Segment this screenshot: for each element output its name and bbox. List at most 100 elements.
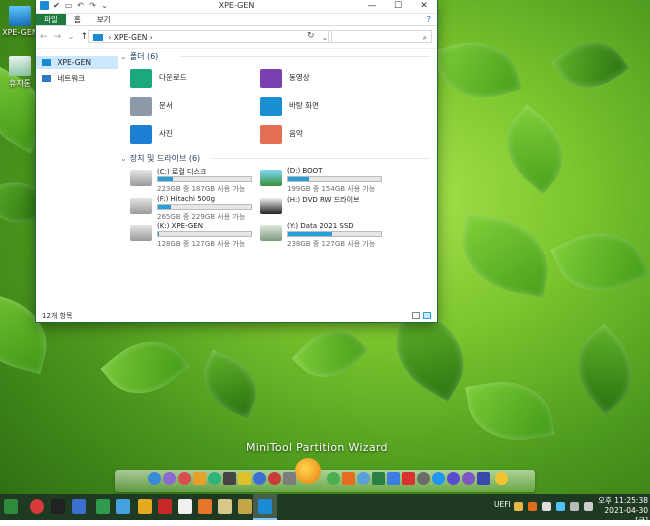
- documents-folder-icon: [130, 97, 152, 116]
- address-field[interactable]: › XPE-GEN › ⌄: [88, 30, 332, 43]
- taskbar-app-icon[interactable]: [238, 499, 252, 514]
- dock-app-icon[interactable]: [402, 472, 415, 485]
- network-icon[interactable]: [556, 502, 565, 511]
- dock-app-icon[interactable]: [208, 472, 221, 485]
- drives-group-label: 장치 및 드라이브 (6): [129, 154, 201, 163]
- dock-app-icon[interactable]: [447, 472, 460, 485]
- taskbar-app-icon[interactable]: [96, 499, 110, 514]
- minitool-partition-wizard-icon[interactable]: [295, 458, 321, 484]
- drive-usage-bar: [287, 231, 382, 237]
- file-explorer-icon[interactable]: [258, 499, 272, 514]
- address-path[interactable]: XPE-GEN: [114, 33, 148, 42]
- folder-music[interactable]: 음악: [260, 125, 380, 149]
- drive-d[interactable]: (D:) BOOT 199GB 중 154GB 사용 가능: [260, 167, 388, 195]
- keyboard-icon[interactable]: [584, 502, 593, 511]
- dock-app-icon[interactable]: [193, 472, 206, 485]
- dock-app-icon[interactable]: [238, 472, 251, 485]
- folder-documents[interactable]: 문서: [130, 97, 250, 121]
- help-icon[interactable]: ?: [421, 14, 437, 25]
- tray-app-icon[interactable]: [528, 502, 537, 511]
- search-input[interactable]: ⌕: [328, 30, 432, 43]
- maximize-button[interactable]: ☐: [385, 0, 411, 13]
- search-icon[interactable]: [198, 499, 212, 514]
- dock-app-icon[interactable]: [357, 472, 370, 485]
- recent-locations-icon[interactable]: ⌄: [67, 32, 75, 42]
- folder-label: 바탕 화면: [289, 101, 319, 110]
- drive-usage-bar: [157, 176, 252, 182]
- leaf-decoration: [560, 323, 650, 415]
- dock-app-icon[interactable]: [327, 472, 340, 485]
- tray-app-icon[interactable]: [542, 502, 551, 511]
- close-button[interactable]: ✕: [411, 0, 437, 13]
- music-folder-icon: [260, 125, 282, 144]
- divider: [212, 158, 430, 159]
- drive-free-space: 265GB 중 229GB 사용 가능: [157, 213, 246, 221]
- details-view-icon[interactable]: [412, 312, 420, 319]
- taskbar-app-icon[interactable]: [116, 499, 130, 514]
- large-icons-view-icon[interactable]: [423, 312, 431, 319]
- title-bar[interactable]: ✔ ▭ ↶ ↷ ⌄ XPE-GEN — ☐ ✕: [36, 0, 437, 14]
- folder-videos[interactable]: 동영상: [260, 69, 380, 93]
- dock-app-icon[interactable]: [342, 472, 355, 485]
- nav-item-network[interactable]: 네트워크: [36, 72, 118, 85]
- drive-name: (H:) DVD RW 드라이브: [287, 196, 360, 204]
- folder-pictures[interactable]: 사진: [130, 125, 250, 149]
- tab-home[interactable]: 홈: [66, 14, 89, 25]
- dock-app-icon[interactable]: [253, 472, 266, 485]
- dock-app-icon[interactable]: [432, 472, 445, 485]
- folder-label: 음악: [289, 129, 303, 138]
- nav-item-label: XPE-GEN: [57, 58, 91, 67]
- drive-c[interactable]: (C:) 로컬 디스크 223GB 중 187GB 사용 가능: [130, 167, 258, 195]
- taskbar-app-icon[interactable]: [72, 499, 86, 514]
- taskbar-app-icon[interactable]: [178, 499, 192, 514]
- desktop-icon-computer[interactable]: XPE-GEN: [2, 6, 38, 37]
- chevron-down-icon: ⌄: [120, 154, 127, 163]
- taskbar-app-icon[interactable]: [158, 499, 172, 514]
- dock-app-icon[interactable]: [178, 472, 191, 485]
- dock-app-icon[interactable]: [283, 472, 296, 485]
- dock-app-icon[interactable]: [495, 472, 508, 485]
- search-icon[interactable]: ⌕: [423, 31, 427, 44]
- windows-drive-icon: [130, 170, 152, 186]
- dock-app-icon[interactable]: [462, 472, 475, 485]
- computer-icon: [93, 34, 103, 41]
- minimize-button[interactable]: —: [359, 0, 385, 13]
- power-icon[interactable]: [30, 499, 44, 514]
- folder-label: 다운로드: [159, 73, 187, 82]
- folder-label: 사진: [159, 129, 173, 138]
- dock-app-icon[interactable]: [387, 472, 400, 485]
- drive-f[interactable]: (F:) Hitachi 500g 265GB 중 229GB 사용 가능: [130, 195, 258, 223]
- clock-time: 오후 11:25:38: [598, 496, 648, 505]
- drives-group-header[interactable]: ⌄ 장치 및 드라이브 (6): [120, 152, 434, 165]
- status-bar: 12개 항목: [36, 310, 437, 322]
- drive-k[interactable]: (K:) XPE-GEN 128GB 중 127GB 사용 가능: [130, 222, 258, 250]
- tab-file[interactable]: 파일: [36, 14, 66, 25]
- dock-app-icon[interactable]: [148, 472, 161, 485]
- tab-view[interactable]: 보기: [89, 14, 119, 25]
- tray-app-icon[interactable]: [514, 502, 523, 511]
- volume-icon[interactable]: [570, 502, 579, 511]
- dock-app-icon[interactable]: [163, 472, 176, 485]
- dock-app-icon[interactable]: [268, 472, 281, 485]
- nav-item-xpe-gen[interactable]: XPE-GEN: [36, 56, 118, 69]
- taskbar-app-icon[interactable]: [138, 499, 152, 514]
- terminal-icon[interactable]: [51, 499, 65, 514]
- taskbar-app-icon[interactable]: [218, 499, 232, 514]
- start-button[interactable]: [4, 499, 18, 514]
- usb-drive-icon: [260, 170, 282, 186]
- forward-icon[interactable]: →: [54, 32, 62, 42]
- dock-app-icon[interactable]: [223, 472, 236, 485]
- drive-name: (F:) Hitachi 500g: [157, 195, 216, 203]
- desktop-icon-recycle-bin[interactable]: 휴지통: [2, 56, 38, 89]
- clock[interactable]: 오후 11:25:38 2021-04-30 [금]: [596, 496, 648, 526]
- dock-app-icon[interactable]: [372, 472, 385, 485]
- drive-y[interactable]: (Y:) Data 2021 SSD 238GB 중 127GB 사용 가능: [260, 222, 388, 250]
- folder-downloads[interactable]: 다운로드: [130, 69, 250, 93]
- folder-desktop[interactable]: 바탕 화면: [260, 97, 380, 121]
- dock-app-icon[interactable]: [417, 472, 430, 485]
- back-icon[interactable]: ←: [40, 32, 48, 42]
- dock-app-icon[interactable]: [477, 472, 490, 485]
- drive-h[interactable]: (H:) DVD RW 드라이브: [260, 195, 388, 223]
- folders-group-header[interactable]: ⌄ 폴더 (6): [120, 50, 434, 63]
- refresh-icon[interactable]: ↻: [307, 31, 315, 41]
